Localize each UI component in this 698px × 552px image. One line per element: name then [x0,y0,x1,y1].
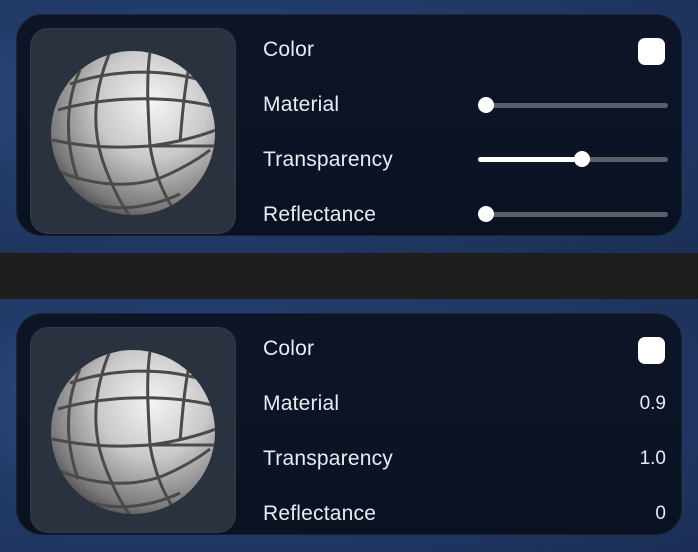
material-value: 0.9 [639,393,666,414]
reflectance-value: 0 [655,503,666,524]
slider-knob[interactable] [573,151,590,167]
material-properties-panel: Color Material 0.9 Transparency 1.0 Refl… [16,313,682,535]
material-sphere-icon [51,350,215,514]
slider-track [478,103,668,108]
material-preview[interactable] [30,28,236,234]
color-label: Color [263,38,315,61]
transparency-label: Transparency [263,148,394,171]
color-swatch[interactable] [638,337,665,364]
color-swatch[interactable] [638,38,665,65]
transparency-value: 1.0 [639,448,666,469]
transparency-slider[interactable] [478,151,668,167]
slider-track [478,212,668,217]
slider-knob[interactable] [478,206,494,222]
reflectance-label: Reflectance [263,502,377,525]
slider-knob[interactable] [478,97,494,113]
material-label: Material [263,392,340,415]
material-editor-panel: Color Material Transparency Reflectance [16,14,682,236]
material-preview[interactable] [30,327,236,533]
material-label: Material [263,93,340,116]
transparency-label: Transparency [263,447,394,470]
slider-fill [478,157,582,162]
material-slider[interactable] [478,97,668,113]
color-label: Color [263,337,315,360]
material-editor-sliders-band: Color Material Transparency Reflectance [0,0,698,253]
reflectance-slider[interactable] [478,206,668,222]
material-editor-values-band: Color Material 0.9 Transparency 1.0 Refl… [0,299,698,552]
reflectance-label: Reflectance [263,203,377,226]
material-sphere-icon [51,51,215,215]
